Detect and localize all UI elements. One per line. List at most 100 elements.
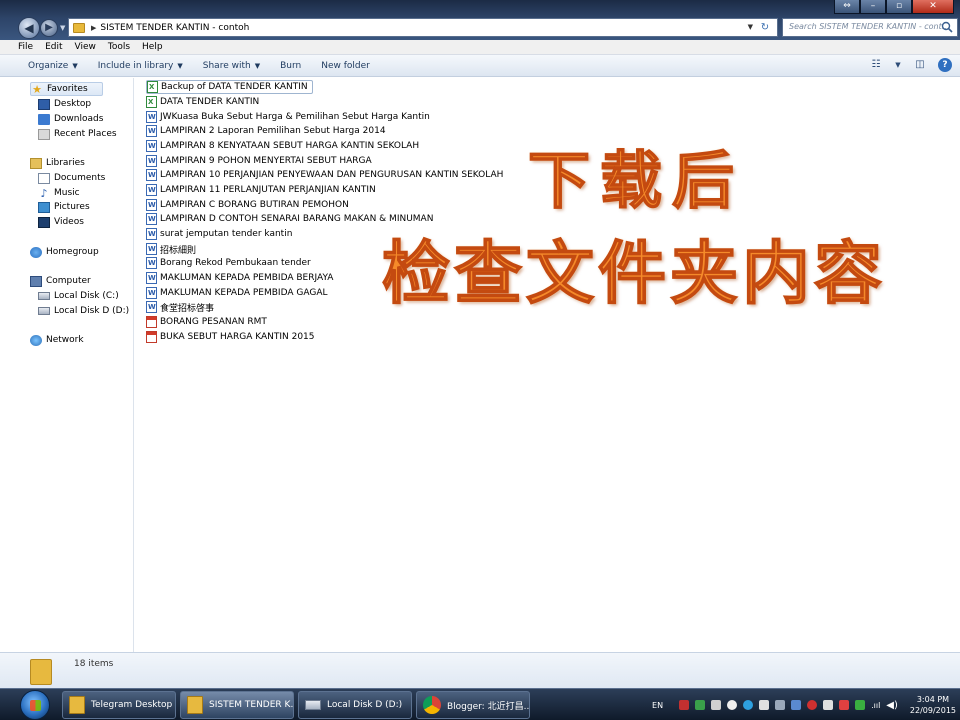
minimize-button[interactable]: –: [860, 0, 886, 14]
word-file-icon: [146, 169, 157, 181]
language-indicator[interactable]: EN: [652, 701, 663, 710]
file-item[interactable]: BUKA SEBUT HARGA KANTIN 2015: [146, 330, 315, 344]
address-path[interactable]: SISTEM TENDER KANTIN - contoh: [100, 23, 249, 33]
clock[interactable]: 3:04 PM 22/09/2015: [910, 694, 956, 716]
back-button[interactable]: ◀: [18, 17, 40, 39]
help-icon[interactable]: ?: [938, 58, 952, 72]
include-in-library-label: Include in library: [97, 60, 174, 71]
file-item[interactable]: LAMPIRAN 8 KENYATAAN SEBUT HARGA KANTIN …: [146, 139, 419, 153]
file-name: Borang Rekod Pembukaan tender: [160, 258, 311, 268]
nav-desktop[interactable]: Desktop: [38, 97, 91, 111]
nav-libraries[interactable]: Libraries: [30, 156, 85, 170]
nav-network[interactable]: Network: [30, 333, 84, 347]
refresh-icon[interactable]: ↻: [757, 20, 773, 35]
tray-app-icon[interactable]: [839, 700, 850, 710]
view-dropdown-icon[interactable]: ▼: [894, 58, 902, 72]
libraries-icon: [30, 157, 42, 169]
start-button[interactable]: [20, 690, 50, 720]
include-in-library-button[interactable]: Include in library ▼: [98, 61, 183, 71]
nav-computer[interactable]: Computer: [30, 274, 91, 288]
tray-app-icon[interactable]: [759, 700, 770, 710]
taskbar-item-explorer[interactable]: SISTEM TENDER K...: [180, 691, 294, 719]
nav-videos[interactable]: Videos: [38, 215, 84, 229]
file-item[interactable]: 招标細則: [146, 242, 196, 256]
nav-music[interactable]: ♪ Music: [38, 186, 80, 200]
menu-help[interactable]: Help: [142, 42, 163, 52]
menu-view[interactable]: View: [75, 42, 96, 52]
nav-downloads[interactable]: Downloads: [38, 112, 103, 126]
file-item[interactable]: LAMPIRAN 9 POHON MENYERTAI SEBUT HARGA: [146, 154, 372, 168]
share-with-label: Share with: [202, 60, 251, 71]
tray-app-icon[interactable]: [855, 700, 866, 710]
nav-documents[interactable]: Documents: [38, 171, 105, 185]
menu-bar: File Edit View Tools Help: [0, 40, 960, 55]
recent-pages-dropdown[interactable]: ▼: [60, 24, 65, 32]
tray-app-icon[interactable]: [695, 700, 706, 710]
file-item[interactable]: LAMPIRAN C BORANG BUTIRAN PEMOHON: [146, 198, 349, 212]
taskbar-item-local-disk[interactable]: Local Disk D (D:): [298, 691, 412, 719]
file-item[interactable]: Borang Rekod Pembukaan tender: [146, 256, 311, 270]
nav-local-disk-d[interactable]: Local Disk D (D:): [38, 304, 129, 318]
tray-app-icon[interactable]: [823, 700, 834, 710]
file-item[interactable]: LAMPIRAN 10 PERJANJIAN PENYEWAAN DAN PEN…: [146, 168, 503, 182]
nav-recent-places[interactable]: Recent Places: [38, 127, 117, 141]
tray-app-icon[interactable]: [775, 700, 786, 710]
organize-label: Organize: [28, 60, 69, 71]
file-item[interactable]: 食堂招标啓事: [146, 300, 214, 314]
taskbar-item-telegram[interactable]: Telegram Desktop: [62, 691, 176, 719]
nav-favorites[interactable]: ★ Favorites: [30, 82, 103, 96]
clock-date: 22/09/2015: [909, 706, 956, 715]
change-view-icon[interactable]: ☷: [868, 58, 884, 72]
file-item[interactable]: BORANG PESANAN RMT: [146, 315, 267, 329]
search-icon[interactable]: [941, 21, 953, 33]
menu-edit[interactable]: Edit: [45, 42, 62, 52]
tray-app-icon[interactable]: [807, 700, 818, 710]
nav-favorites-label: Favorites: [47, 84, 88, 94]
file-item[interactable]: JWKuasa Buka Sebut Harga & Pemilihan Seb…: [146, 110, 430, 124]
preview-pane-icon[interactable]: ◫: [912, 58, 928, 72]
search-input[interactable]: Search SISTEM TENDER KANTIN - cont...: [782, 18, 958, 37]
recent-places-icon: [38, 128, 50, 140]
folder-icon: [73, 22, 85, 33]
file-item[interactable]: DATA TENDER KANTIN: [146, 95, 259, 109]
file-item[interactable]: MAKLUMAN KEPADA PEMBIDA BERJAYA: [146, 271, 333, 285]
taskbar-item-chrome[interactable]: Blogger: 北近打昌...: [416, 691, 530, 719]
menu-tools[interactable]: Tools: [108, 42, 130, 52]
tray-app-icon[interactable]: [711, 700, 722, 710]
file-name: BORANG PESANAN RMT: [160, 317, 267, 327]
new-folder-button[interactable]: New folder: [321, 61, 370, 71]
tray-app-icon[interactable]: [791, 700, 802, 710]
file-item[interactable]: LAMPIRAN 2 Laporan Pemilihan Sebut Harga…: [146, 124, 386, 138]
word-file-icon: [146, 228, 157, 240]
taskbar-item-label: Local Disk D (D:): [327, 700, 403, 710]
signal-icon[interactable]: .ııl: [871, 701, 880, 710]
file-name: LAMPIRAN 10 PERJANJIAN PENYEWAAN DAN PEN…: [160, 170, 504, 180]
file-item[interactable]: LAMPIRAN 11 PERLANJUTAN PERJANJIAN KANTI…: [146, 183, 376, 197]
tray-app-icon[interactable]: [679, 700, 690, 710]
notification-icon[interactable]: [727, 700, 738, 710]
window-controls: ⇔ – ▫ ✕: [834, 0, 954, 14]
file-item[interactable]: surat jemputan tender kantin: [146, 227, 292, 241]
file-item[interactable]: Backup of DATA TENDER KANTIN: [146, 80, 313, 94]
telegram-tray-icon[interactable]: [743, 700, 754, 710]
address-dropdown-icon[interactable]: ▼: [748, 23, 753, 31]
file-item[interactable]: MAKLUMAN KEPADA PEMBIDA GAGAL: [146, 286, 328, 300]
menu-file[interactable]: File: [18, 42, 33, 52]
maximize-button[interactable]: ▫: [886, 0, 912, 14]
breadcrumb-arrow-icon[interactable]: ▶: [91, 24, 96, 32]
nav-pictures[interactable]: Pictures: [38, 200, 90, 214]
nav-local-disk-c[interactable]: Local Disk (C:): [38, 289, 119, 303]
nav-homegroup[interactable]: Homegroup: [30, 245, 99, 259]
organize-button[interactable]: Organize ▼: [28, 61, 78, 71]
volume-icon[interactable]: ◀): [886, 700, 898, 711]
burn-button[interactable]: Burn: [280, 61, 301, 71]
share-with-button[interactable]: Share with ▼: [203, 61, 260, 71]
close-button[interactable]: ✕: [912, 0, 954, 14]
snap-button[interactable]: ⇔: [834, 0, 860, 14]
system-tray: EN .ııl ◀) 3:04 PM 22/09/2015: [652, 689, 956, 720]
forward-button[interactable]: ▶: [40, 19, 58, 37]
nav-music-label: Music: [54, 188, 80, 198]
overlay-caption-line2: 检查文件夹内容: [381, 234, 887, 315]
address-bar[interactable]: ▶ SISTEM TENDER KANTIN - contoh ▼ ↻: [68, 18, 778, 37]
file-name: LAMPIRAN 2 Laporan Pemilihan Sebut Harga…: [160, 126, 386, 136]
